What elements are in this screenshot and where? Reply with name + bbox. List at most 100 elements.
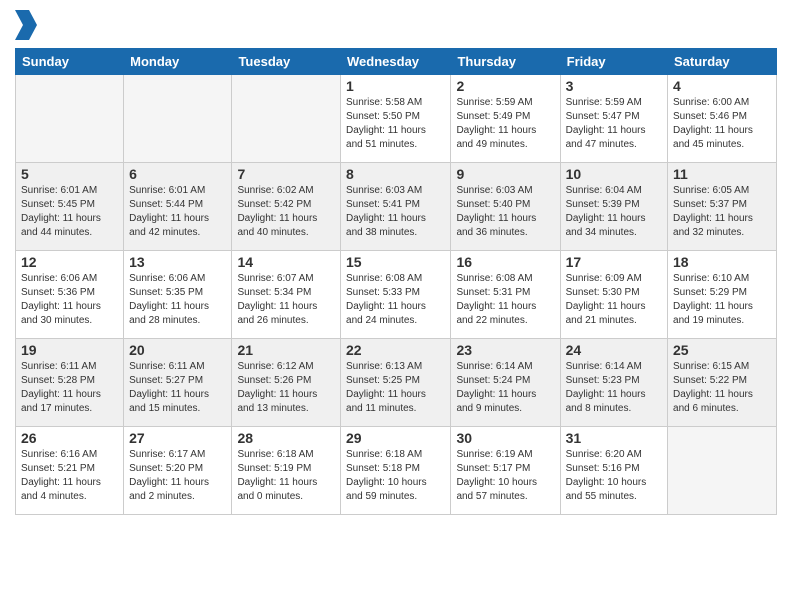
day-number: 5	[21, 166, 118, 182]
weekday-header: Saturday	[668, 49, 777, 75]
calendar-day-cell: 30Sunrise: 6:19 AM Sunset: 5:17 PM Dayli…	[451, 427, 560, 515]
weekday-header: Friday	[560, 49, 667, 75]
day-info: Sunrise: 6:06 AM Sunset: 5:36 PM Dayligh…	[21, 272, 118, 328]
day-info: Sunrise: 6:16 AM Sunset: 5:21 PM Dayligh…	[21, 448, 118, 504]
day-info: Sunrise: 6:11 AM Sunset: 5:27 PM Dayligh…	[129, 360, 226, 416]
calendar-day-cell: 24 Sunrise: 6:14 AM Sunset: 5:23 PM Dayli…	[560, 339, 667, 427]
day-info: Sunrise: 6:02 AM Sunset: 5:42 PM Dayligh…	[237, 184, 335, 240]
calendar-day-cell: 28 Sunrise: 6:18 AM Sunset: 5:19 PM Dayli…	[232, 427, 341, 515]
day-number: 24	[566, 342, 662, 358]
day-info: Sunrise: 6:07 AM Sunset: 5:34 PM Dayligh…	[237, 272, 335, 328]
calendar-day-cell: 6 Sunrise: 6:01 AM Sunset: 5:44 PM Daylig…	[124, 163, 232, 251]
weekday-header: Wednesday	[341, 49, 451, 75]
calendar-day-cell: 25 Sunrise: 6:15 AM Sunset: 5:22 PM Dayli…	[668, 339, 777, 427]
calendar-header-row: SundayMondayTuesdayWednesdayThursdayFrid…	[16, 49, 777, 75]
calendar-day-cell: 19 Sunrise: 6:11 AM Sunset: 5:28 PM Dayli…	[16, 339, 124, 427]
day-info: Sunrise: 6:11 AM Sunset: 5:28 PM Dayligh…	[21, 360, 118, 416]
calendar-day-cell: 8 Sunrise: 6:03 AM Sunset: 5:41 PM Daylig…	[341, 163, 451, 251]
day-info: Sunrise: 6:04 AM Sunset: 5:39 PM Dayligh…	[566, 184, 662, 240]
header	[15, 10, 777, 40]
calendar-day-cell: 18 Sunrise: 6:10 AM Sunset: 5:29 PM Dayli…	[668, 251, 777, 339]
day-number: 2	[456, 78, 554, 94]
calendar-day-cell: 23 Sunrise: 6:14 AM Sunset: 5:24 PM Dayli…	[451, 339, 560, 427]
day-info: Sunrise: 6:03 AM Sunset: 5:41 PM Dayligh…	[346, 184, 445, 240]
day-info: Sunrise: 6:01 AM Sunset: 5:45 PM Dayligh…	[21, 184, 118, 240]
day-info: Sunrise: 6:09 AM Sunset: 5:30 PM Dayligh…	[566, 272, 662, 328]
day-number: 11	[673, 166, 771, 182]
calendar-day-cell: 1 Sunrise: 5:58 AM Sunset: 5:50 PM Daylig…	[341, 75, 451, 163]
day-number: 8	[346, 166, 445, 182]
day-info: Sunrise: 6:06 AM Sunset: 5:35 PM Dayligh…	[129, 272, 226, 328]
day-number: 4	[673, 78, 771, 94]
day-number: 26	[21, 430, 118, 446]
calendar-day-cell: 27 Sunrise: 6:17 AM Sunset: 5:20 PM Dayli…	[124, 427, 232, 515]
calendar-day-cell: 4 Sunrise: 6:00 AM Sunset: 5:46 PM Daylig…	[668, 75, 777, 163]
weekday-header: Tuesday	[232, 49, 341, 75]
day-number: 12	[21, 254, 118, 270]
weekday-header: Monday	[124, 49, 232, 75]
calendar-day-cell: 12 Sunrise: 6:06 AM Sunset: 5:36 PM Dayli…	[16, 251, 124, 339]
calendar-day-cell: 11Sunrise: 6:05 AM Sunset: 5:37 PM Dayli…	[668, 163, 777, 251]
calendar-day-cell: 17Sunrise: 6:09 AM Sunset: 5:30 PM Dayli…	[560, 251, 667, 339]
day-info: Sunrise: 5:59 AM Sunset: 5:47 PM Dayligh…	[566, 96, 662, 152]
calendar-day-cell: 14 Sunrise: 6:07 AM Sunset: 5:34 PM Dayli…	[232, 251, 341, 339]
day-number: 1	[346, 78, 445, 94]
logo	[15, 10, 37, 40]
calendar-week-row: 19 Sunrise: 6:11 AM Sunset: 5:28 PM Dayli…	[16, 339, 777, 427]
day-info: Sunrise: 6:15 AM Sunset: 5:22 PM Dayligh…	[673, 360, 771, 416]
day-info: Sunrise: 6:01 AM Sunset: 5:44 PM Dayligh…	[129, 184, 226, 240]
calendar-week-row: 5 Sunrise: 6:01 AM Sunset: 5:45 PM Daylig…	[16, 163, 777, 251]
calendar-day-cell: 29Sunrise: 6:18 AM Sunset: 5:18 PM Dayli…	[341, 427, 451, 515]
day-info: Sunrise: 6:03 AM Sunset: 5:40 PM Dayligh…	[456, 184, 554, 240]
day-info: Sunrise: 6:10 AM Sunset: 5:29 PM Dayligh…	[673, 272, 771, 328]
day-info: Sunrise: 6:00 AM Sunset: 5:46 PM Dayligh…	[673, 96, 771, 152]
calendar-day-cell: 26 Sunrise: 6:16 AM Sunset: 5:21 PM Dayli…	[16, 427, 124, 515]
calendar-table: SundayMondayTuesdayWednesdayThursdayFrid…	[15, 48, 777, 515]
weekday-header: Thursday	[451, 49, 560, 75]
calendar-day-cell: 13Sunrise: 6:06 AM Sunset: 5:35 PM Dayli…	[124, 251, 232, 339]
calendar-day-cell: 9Sunrise: 6:03 AM Sunset: 5:40 PM Daylig…	[451, 163, 560, 251]
calendar-day-cell: 22 Sunrise: 6:13 AM Sunset: 5:25 PM Dayli…	[341, 339, 451, 427]
day-number: 19	[21, 342, 118, 358]
day-info: Sunrise: 6:13 AM Sunset: 5:25 PM Dayligh…	[346, 360, 445, 416]
day-number: 28	[237, 430, 335, 446]
calendar-day-cell: 15Sunrise: 6:08 AM Sunset: 5:33 PM Dayli…	[341, 251, 451, 339]
calendar-day-cell	[124, 75, 232, 163]
day-info: Sunrise: 6:14 AM Sunset: 5:23 PM Dayligh…	[566, 360, 662, 416]
day-info: Sunrise: 6:08 AM Sunset: 5:33 PM Dayligh…	[346, 272, 445, 328]
calendar-day-cell	[668, 427, 777, 515]
day-info: Sunrise: 6:18 AM Sunset: 5:19 PM Dayligh…	[237, 448, 335, 504]
day-number: 6	[129, 166, 226, 182]
day-info: Sunrise: 6:12 AM Sunset: 5:26 PM Dayligh…	[237, 360, 335, 416]
calendar-day-cell	[232, 75, 341, 163]
day-info: Sunrise: 6:14 AM Sunset: 5:24 PM Dayligh…	[456, 360, 554, 416]
day-number: 25	[673, 342, 771, 358]
day-number: 16	[456, 254, 554, 270]
calendar-day-cell: 10 Sunrise: 6:04 AM Sunset: 5:39 PM Dayli…	[560, 163, 667, 251]
weekday-header: Sunday	[16, 49, 124, 75]
day-info: Sunrise: 6:20 AM Sunset: 5:16 PM Dayligh…	[566, 448, 662, 504]
day-info: Sunrise: 6:19 AM Sunset: 5:17 PM Dayligh…	[456, 448, 554, 504]
day-number: 27	[129, 430, 226, 446]
calendar-day-cell: 7Sunrise: 6:02 AM Sunset: 5:42 PM Daylig…	[232, 163, 341, 251]
calendar-day-cell: 5 Sunrise: 6:01 AM Sunset: 5:45 PM Daylig…	[16, 163, 124, 251]
day-number: 10	[566, 166, 662, 182]
day-number: 14	[237, 254, 335, 270]
calendar-day-cell: 3 Sunrise: 5:59 AM Sunset: 5:47 PM Daylig…	[560, 75, 667, 163]
day-number: 20	[129, 342, 226, 358]
calendar-week-row: 12 Sunrise: 6:06 AM Sunset: 5:36 PM Dayli…	[16, 251, 777, 339]
day-number: 23	[456, 342, 554, 358]
day-info: Sunrise: 5:58 AM Sunset: 5:50 PM Dayligh…	[346, 96, 445, 152]
calendar-day-cell: 31Sunrise: 6:20 AM Sunset: 5:16 PM Dayli…	[560, 427, 667, 515]
day-number: 22	[346, 342, 445, 358]
calendar-week-row: 1 Sunrise: 5:58 AM Sunset: 5:50 PM Daylig…	[16, 75, 777, 163]
day-info: Sunrise: 5:59 AM Sunset: 5:49 PM Dayligh…	[456, 96, 554, 152]
day-number: 3	[566, 78, 662, 94]
day-info: Sunrise: 6:08 AM Sunset: 5:31 PM Dayligh…	[456, 272, 554, 328]
day-number: 21	[237, 342, 335, 358]
day-info: Sunrise: 6:17 AM Sunset: 5:20 PM Dayligh…	[129, 448, 226, 504]
day-info: Sunrise: 6:18 AM Sunset: 5:18 PM Dayligh…	[346, 448, 445, 504]
logo-icon	[15, 10, 37, 40]
day-number: 18	[673, 254, 771, 270]
calendar-day-cell	[16, 75, 124, 163]
